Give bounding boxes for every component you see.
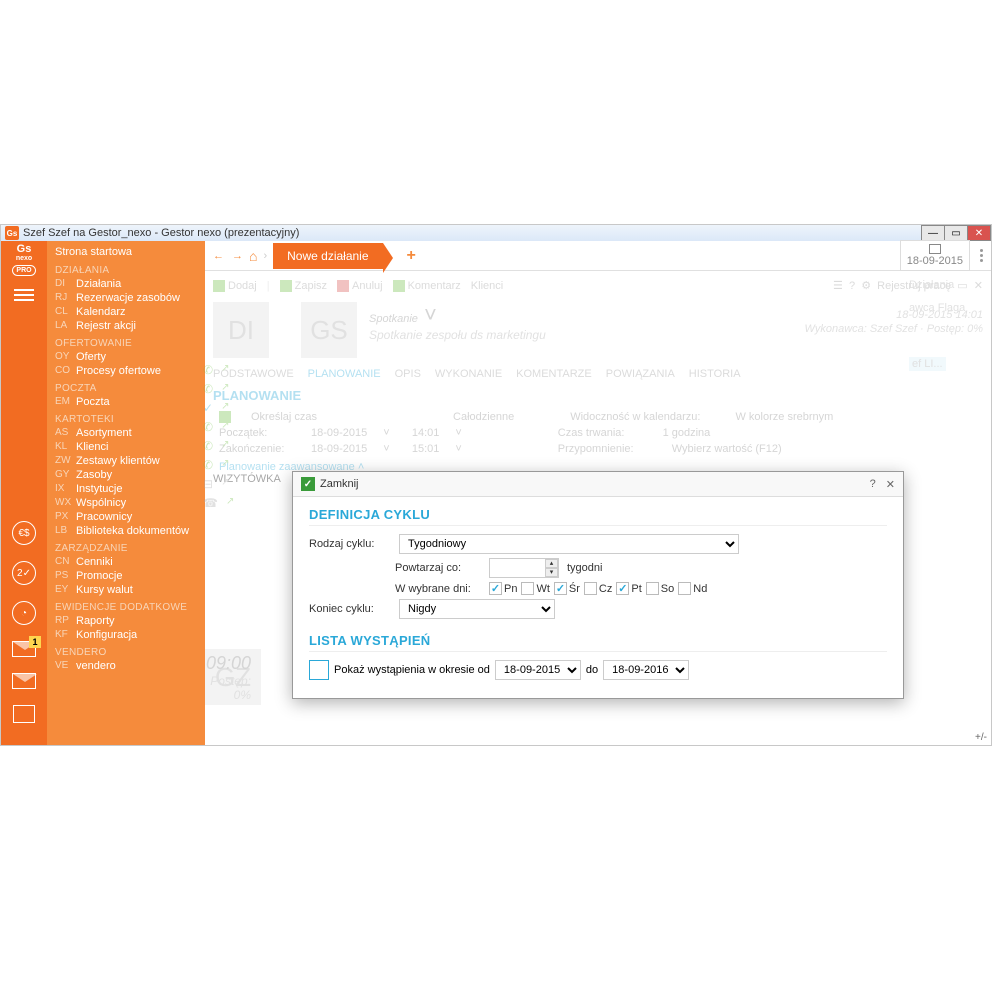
nav-item[interactable]: PSPromocje	[55, 569, 197, 583]
label-cycle-type: Rodzaj cyklu:	[309, 538, 391, 550]
menu-icon[interactable]	[14, 286, 34, 304]
modal-overlay: ✓ Zamknij ? ✕ DEFINICJA CYKLU Rodzaj cyk…	[205, 271, 991, 745]
home-icon[interactable]: ⌂	[249, 248, 257, 264]
label-on-days: W wybrane dni:	[395, 583, 481, 595]
nav-item[interactable]: DIDziałania	[55, 277, 197, 291]
select-occ-to[interactable]: 18-09-2016	[603, 660, 689, 680]
modal: ✓ Zamknij ? ✕ DEFINICJA CYKLU Rodzaj cyk…	[292, 471, 904, 699]
iconbar: Gsnexo PRO €$ 2✓ ◔ 1	[1, 241, 47, 745]
select-cycle-end[interactable]: Nigdy	[399, 599, 555, 619]
day-checkbox[interactable]: Śr	[554, 582, 580, 595]
check-icon: ✓	[301, 477, 315, 491]
back-icon[interactable]: ←	[213, 250, 224, 262]
label-repeat-unit: tygodni	[567, 562, 602, 574]
label-show-occurrences: Pokaż wystąpienia w okresie od	[334, 664, 490, 676]
date-picker[interactable]: 18-09-2015	[900, 240, 970, 271]
nav-item[interactable]: VEvendero	[55, 659, 197, 673]
label-to: do	[586, 664, 598, 676]
day-checkbox[interactable]: Cz	[584, 582, 612, 595]
label-cycle-end: Koniec cyklu:	[309, 603, 391, 615]
select-occ-from[interactable]: 18-09-2015	[495, 660, 581, 680]
active-tab[interactable]: Nowe działanie	[273, 243, 382, 269]
nav-group-header: KARTOTEKI	[55, 414, 197, 425]
mail-icon[interactable]	[12, 673, 36, 689]
nav-item[interactable]: LARejestr akcji	[55, 319, 197, 333]
spinner-up[interactable]: ▴	[545, 559, 558, 568]
more-menu-icon[interactable]	[980, 249, 983, 262]
titlebar: Gs Szef Szef na Gestor_nexo - Gestor nex…	[1, 225, 991, 241]
nav-item[interactable]: RPRaporty	[55, 614, 197, 628]
minimize-button[interactable]: —	[921, 225, 945, 241]
chevron-icon: ›	[263, 250, 267, 262]
nav-group-header: OFERTOWANIE	[55, 338, 197, 349]
nav-item[interactable]: COProcesy ofertowe	[55, 364, 197, 378]
window-title: Szef Szef na Gestor_nexo - Gestor nexo (…	[23, 227, 299, 239]
nav-item[interactable]: CLKalendarz	[55, 305, 197, 319]
nav-item[interactable]: RJRezerwacje zasobów	[55, 291, 197, 305]
nav-item[interactable]: LBBiblioteka dokumentów	[55, 524, 197, 538]
close-button[interactable]: ✕	[967, 225, 991, 241]
modal-close-label[interactable]: Zamknij	[320, 478, 359, 490]
main-area: ← → ⌂ › Nowe działanie + 18-09-2015	[205, 241, 991, 745]
app-icon: Gs	[5, 226, 19, 240]
nav-item[interactable]: EMPoczta	[55, 395, 197, 409]
nav-item[interactable]: IXInstytucje	[55, 482, 197, 496]
add-tab-button[interactable]: +	[407, 247, 416, 265]
label-repeat-every: Powtarzaj co:	[395, 562, 481, 574]
day-checkbox[interactable]: Wt	[521, 582, 549, 595]
modal-titlebar: ✓ Zamknij ? ✕	[293, 472, 903, 497]
zoom-toggle[interactable]: +/-	[975, 732, 987, 743]
app-window: Gs Szef Szef na Gestor_nexo - Gestor nex…	[0, 224, 992, 746]
spinner-down[interactable]: ▾	[545, 568, 558, 577]
nav-group-header: DZIAŁANIA	[55, 265, 197, 276]
certificate-icon[interactable]	[13, 705, 35, 723]
nav-item[interactable]: ZWZestawy klientów	[55, 454, 197, 468]
nav-item[interactable]: EYKursy walut	[55, 583, 197, 597]
help-icon[interactable]: ?	[870, 478, 876, 491]
nav-item[interactable]: ASAsortyment	[55, 426, 197, 440]
nav-item[interactable]: GYZasoby	[55, 468, 197, 482]
nav-sidebar: Strona startowa DZIAŁANIADIDziałaniaRJRe…	[47, 241, 205, 745]
nav-item[interactable]: PXPracownicy	[55, 510, 197, 524]
topbar: ← → ⌂ › Nowe działanie + 18-09-2015	[205, 241, 991, 271]
calendar-icon	[929, 244, 941, 254]
nav-start[interactable]: Strona startowa	[55, 246, 197, 260]
day-checkbox[interactable]: Pt	[616, 582, 641, 595]
mail-badge-icon[interactable]: 1	[12, 641, 36, 657]
modal-close-button[interactable]: ✕	[886, 478, 895, 491]
day-checkbox[interactable]: So	[646, 582, 674, 595]
maximize-button[interactable]: ▭	[944, 225, 968, 241]
currency-icon[interactable]: €$	[12, 521, 36, 545]
nav-item[interactable]: OYOferty	[55, 350, 197, 364]
nav-item[interactable]: WXWspólnicy	[55, 496, 197, 510]
nav-item[interactable]: CNCenniki	[55, 555, 197, 569]
day-checkbox[interactable]: Pn	[489, 582, 517, 595]
timer-icon[interactable]: ◔	[12, 601, 36, 625]
forward-icon[interactable]: →	[232, 250, 243, 262]
checkbox-show-occurrences[interactable]	[309, 660, 329, 680]
nav-group-header: POCZTA	[55, 383, 197, 394]
nav-item[interactable]: KLKlienci	[55, 440, 197, 454]
day-checkbox[interactable]: Nd	[678, 582, 707, 595]
schedule-icon[interactable]: 2✓	[12, 561, 36, 585]
section-cycle-definition: DEFINICJA CYKLU	[309, 507, 887, 526]
section-occurrences: LISTA WYSTĄPIEŃ	[309, 633, 887, 652]
nav-item[interactable]: KFKonfiguracja	[55, 628, 197, 642]
select-cycle-type[interactable]: Tygodniowy	[399, 534, 739, 554]
nav-group-header: ZARZĄDZANIE	[55, 543, 197, 554]
logo: Gsnexo PRO	[12, 245, 35, 276]
nav-group-header: VENDERO	[55, 647, 197, 658]
nav-group-header: EWIDENCJE DODATKOWE	[55, 602, 197, 613]
